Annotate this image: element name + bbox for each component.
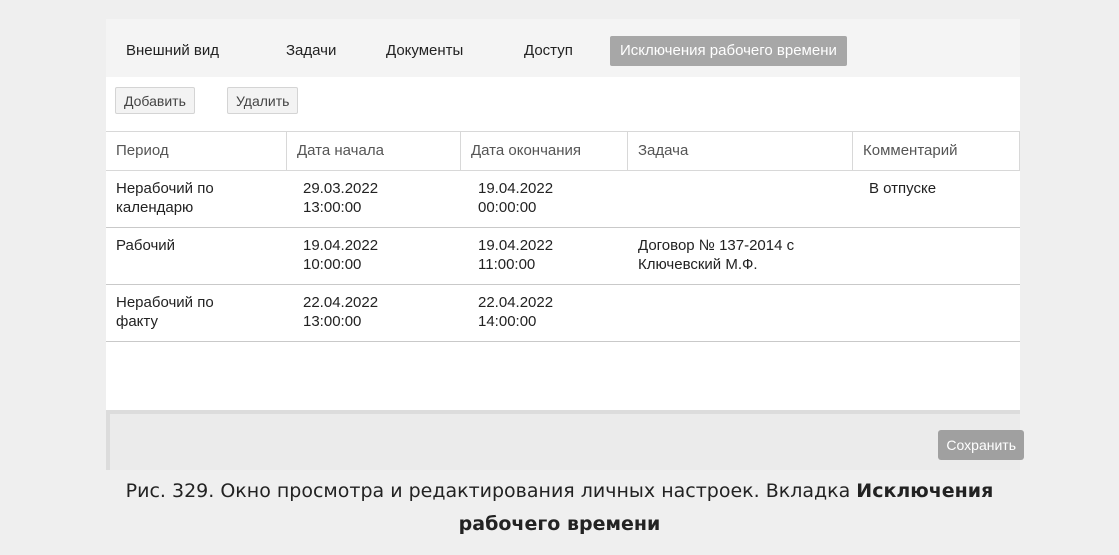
cell-period: Нерабочий по календарю <box>116 180 214 216</box>
cell-task <box>628 293 853 312</box>
cell-task: Договор № 137-2014 с Ключевский М.Ф. <box>638 237 795 273</box>
cell-end-date: 19.04.2022 00:00:00 <box>478 180 554 216</box>
tab-working-time-exceptions[interactable]: Исключения рабочего времени <box>610 36 847 66</box>
table-row[interactable]: Рабочий 19.04.2022 10:00:00 19.04.2022 11:… <box>106 228 1020 285</box>
settings-window: Внешний вид Задачи Документы Доступ Искл… <box>106 19 1024 470</box>
cell-period: Нерабочий по факту <box>116 294 214 330</box>
delete-button[interactable]: Удалить <box>227 87 299 114</box>
cell-period: Рабочий <box>116 237 176 254</box>
save-button[interactable]: Сохранить <box>938 430 1024 460</box>
tab-tasks[interactable]: Задачи <box>286 36 336 66</box>
table-header: Период Дата начала Дата окончания Задача… <box>106 131 1020 171</box>
column-header-task[interactable]: Задача <box>628 132 853 170</box>
tab-documents[interactable]: Документы <box>386 36 463 66</box>
caption-bold-1: Исключения <box>856 480 994 502</box>
footer-divider <box>106 414 110 470</box>
column-header-start-date[interactable]: Дата начала <box>287 132 461 170</box>
figure-caption: Рис. 329. Окно просмотра и редактировани… <box>0 475 1119 541</box>
caption-bold-2: рабочего времени <box>458 513 661 535</box>
cell-start-date: 22.04.2022 13:00:00 <box>303 294 379 330</box>
cell-start-date: 29.03.2022 13:00:00 <box>303 180 379 216</box>
table-row[interactable]: Нерабочий по календарю 29.03.2022 13:00:00… <box>106 171 1020 228</box>
footer-bar: Сохранить <box>106 410 1024 470</box>
cell-task <box>628 179 853 198</box>
caption-text: Рис. 329. Окно просмотра и редактировани… <box>125 480 857 502</box>
tab-appearance[interactable]: Внешний вид <box>126 36 219 66</box>
table-row[interactable]: Нерабочий по факту 22.04.2022 13:00:00 22.… <box>106 285 1020 342</box>
column-header-end-date[interactable]: Дата окончания <box>461 132 628 170</box>
cell-end-date: 19.04.2022 11:00:00 <box>478 237 554 273</box>
cell-start-date: 19.04.2022 10:00:00 <box>303 237 379 273</box>
tab-bar: Внешний вид Задачи Документы Доступ Искл… <box>106 19 1020 77</box>
cell-comment: В отпуске <box>869 180 937 197</box>
column-header-period[interactable]: Период <box>106 132 287 170</box>
column-header-comment[interactable]: Комментарий <box>853 132 1020 170</box>
tab-access[interactable]: Доступ <box>524 36 573 66</box>
add-button[interactable]: Добавить <box>115 87 195 114</box>
cell-end-date: 22.04.2022 14:00:00 <box>478 294 554 330</box>
